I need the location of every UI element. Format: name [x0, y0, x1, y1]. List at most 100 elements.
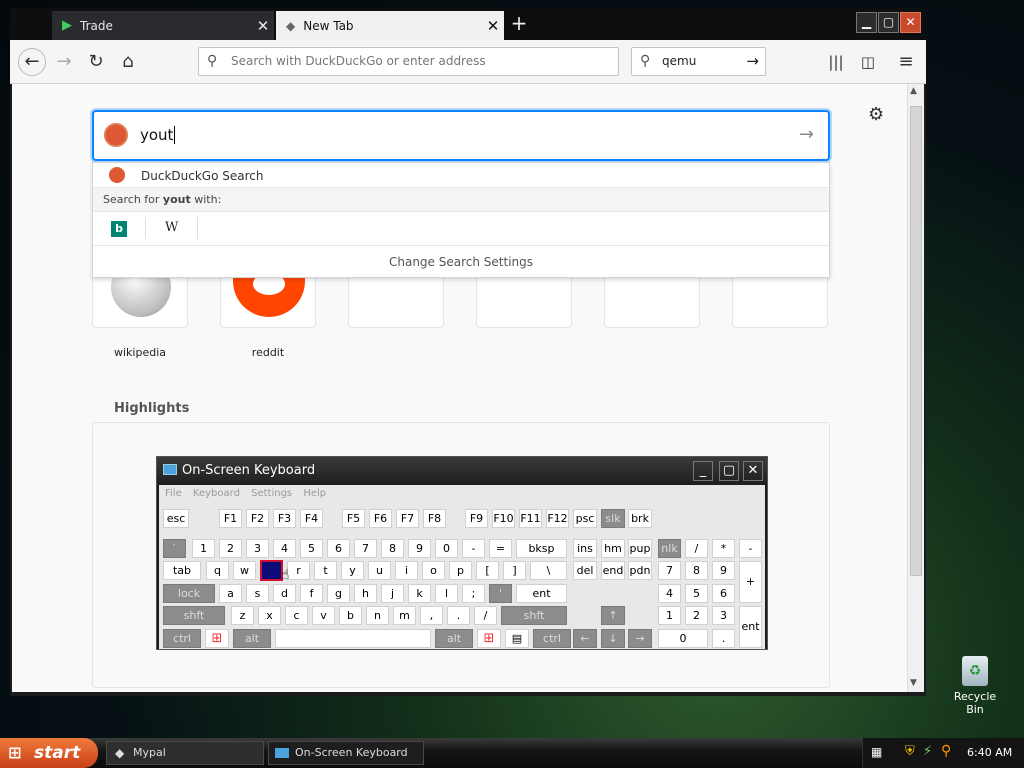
tab-trade[interactable]: ▶ Trade ✕ [52, 11, 274, 40]
key[interactable]: 2 [219, 539, 242, 558]
back-button[interactable]: ← [18, 48, 46, 76]
clock[interactable]: 6:40 AM [967, 746, 1012, 759]
key[interactable]: ctrl [533, 629, 571, 648]
key[interactable]: . [447, 606, 470, 625]
key[interactable]: F1 [219, 509, 242, 528]
menu-key-icon[interactable]: ▤ [505, 629, 529, 648]
key[interactable]: z [231, 606, 254, 625]
key[interactable]: - [462, 539, 485, 558]
key[interactable]: = [489, 539, 512, 558]
key[interactable]: / [685, 539, 708, 558]
close-window-button[interactable]: ✕ [900, 12, 921, 33]
key[interactable]: f [300, 584, 323, 603]
key[interactable]: u [368, 561, 391, 580]
key[interactable]: tab [163, 561, 201, 580]
key[interactable]: 0 [435, 539, 458, 558]
key[interactable]: slk [601, 509, 625, 528]
key[interactable]: brk [628, 509, 652, 528]
new-tab-button[interactable]: + [508, 12, 530, 34]
key[interactable]: p [449, 561, 472, 580]
key[interactable]: / [474, 606, 497, 625]
key[interactable]: shft [501, 606, 567, 625]
key[interactable]: F8 [423, 509, 446, 528]
scroll-up-icon[interactable]: ▲ [910, 86, 917, 96]
key[interactable]: a [219, 584, 242, 603]
key[interactable]: 4 [273, 539, 296, 558]
key[interactable]: y [341, 561, 364, 580]
key[interactable]: end [601, 561, 625, 580]
keyboard-tray-icon[interactable]: ▦ [871, 745, 882, 759]
key[interactable]: alt [233, 629, 271, 648]
search-tray-icon[interactable]: ⚲ [941, 743, 951, 759]
space-key[interactable] [275, 629, 431, 648]
key[interactable]: shft [163, 606, 225, 625]
osk-maximize-button[interactable]: ▢ [719, 461, 739, 481]
key[interactable]: F4 [300, 509, 323, 528]
key[interactable]: k [408, 584, 431, 603]
newtab-search-input[interactable]: yout → [92, 110, 830, 161]
scroll-thumb[interactable] [910, 106, 922, 576]
key[interactable]: - [739, 539, 762, 558]
menu-file[interactable]: File [165, 488, 182, 499]
key[interactable]: ' [489, 584, 512, 603]
key[interactable]: F10 [492, 509, 515, 528]
reload-button[interactable]: ↻ [84, 50, 108, 74]
key[interactable]: m [393, 606, 416, 625]
osk-close-button[interactable]: ✕ [743, 461, 763, 481]
url-bar[interactable]: ⚲ Search with DuckDuckGo or enter addres… [198, 47, 619, 76]
key[interactable]: r [287, 561, 310, 580]
search-go-arrow-icon[interactable]: → [799, 124, 814, 145]
key[interactable]: F11 [519, 509, 542, 528]
wikipedia-engine-icon[interactable]: W [165, 220, 178, 235]
key[interactable]: ins [573, 539, 597, 558]
key[interactable]: F6 [369, 509, 392, 528]
key[interactable]: s [246, 584, 269, 603]
recycle-bin[interactable]: ♻ Recycle Bin [944, 656, 1006, 716]
key[interactable]: pdn [628, 561, 652, 580]
menu-help[interactable]: Help [303, 488, 326, 499]
key[interactable]: 4 [658, 584, 681, 603]
key[interactable]: del [573, 561, 597, 580]
key[interactable]: alt [435, 629, 473, 648]
key[interactable]: + [739, 561, 762, 603]
key[interactable]: 7 [354, 539, 377, 558]
key[interactable]: h [354, 584, 377, 603]
key[interactable]: q [206, 561, 229, 580]
key-left-arrow[interactable]: ← [573, 629, 597, 648]
key[interactable]: nlk [658, 539, 681, 558]
key[interactable]: g [327, 584, 350, 603]
key[interactable]: F3 [273, 509, 296, 528]
key[interactable]: lock [163, 584, 215, 603]
key[interactable]: F2 [246, 509, 269, 528]
key[interactable]: ` [163, 539, 186, 558]
key[interactable]: 0 [658, 629, 708, 648]
key[interactable]: v [312, 606, 335, 625]
key[interactable]: * [712, 539, 735, 558]
key[interactable]: 9 [712, 561, 735, 580]
key[interactable]: F5 [342, 509, 365, 528]
go-arrow-icon[interactable]: → [746, 48, 759, 75]
key[interactable]: ctrl [163, 629, 201, 648]
key[interactable]: ; [462, 584, 485, 603]
key-down-arrow[interactable]: ↓ [601, 629, 625, 648]
key[interactable]: c [285, 606, 308, 625]
menu-keyboard[interactable]: Keyboard [193, 488, 240, 499]
key[interactable]: n [366, 606, 389, 625]
network-icon[interactable]: ⚡ [923, 744, 932, 759]
close-tab-icon[interactable]: ✕ [482, 17, 504, 35]
key[interactable]: o [422, 561, 445, 580]
start-button[interactable]: ⊞ start [0, 738, 98, 768]
scroll-down-icon[interactable]: ▼ [910, 678, 917, 688]
key[interactable]: t [314, 561, 337, 580]
windows-key-icon[interactable]: ⊞ [477, 629, 501, 648]
key[interactable]: 1 [658, 606, 681, 625]
key[interactable]: . [712, 629, 735, 648]
shield-icon[interactable]: ⛨ [905, 744, 915, 759]
key-up-arrow[interactable]: ↑ [601, 606, 625, 625]
forward-button[interactable]: → [52, 50, 76, 74]
maximize-button[interactable]: ▢ [878, 12, 899, 33]
library-icon[interactable]: ||| [824, 50, 848, 74]
windows-key-icon[interactable]: ⊞ [205, 629, 229, 648]
key[interactable]: , [420, 606, 443, 625]
osk-minimize-button[interactable]: _ [693, 461, 713, 481]
